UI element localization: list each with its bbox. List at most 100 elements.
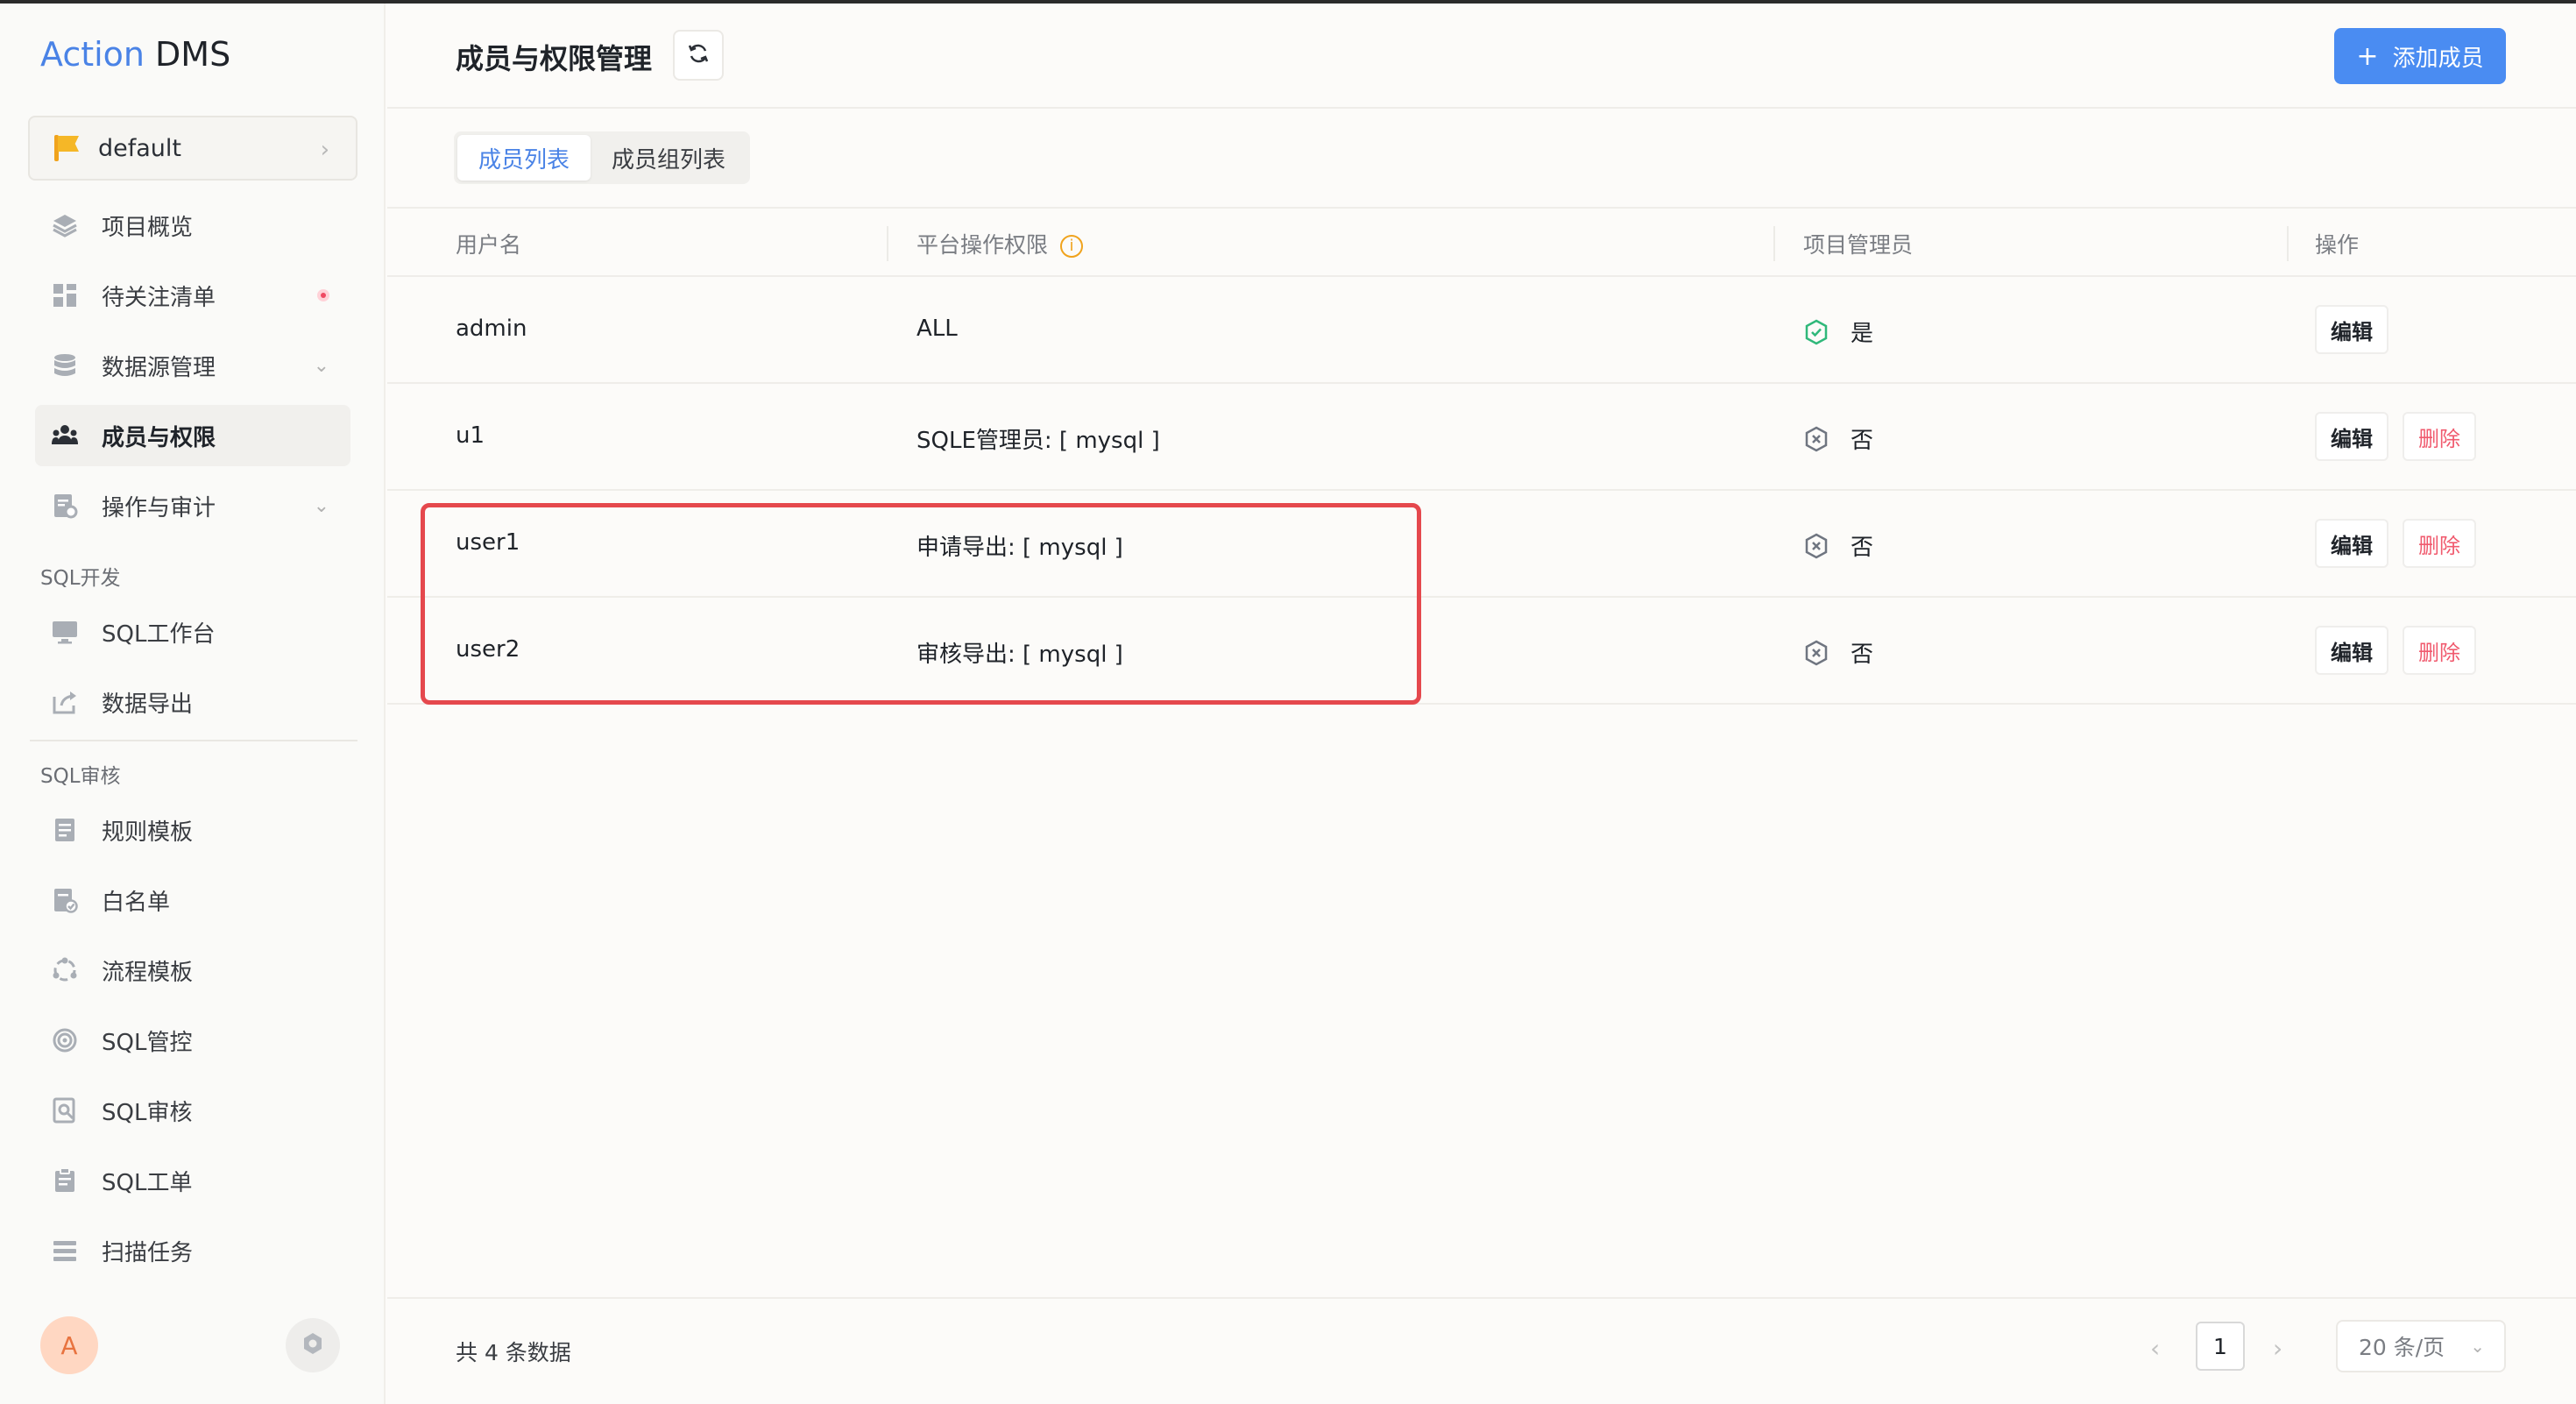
cell-username: admin (456, 316, 527, 342)
sidebar-item-label: 操作与审计 (102, 494, 216, 521)
section-title-sql-dev: SQL开发 (40, 567, 121, 590)
sidebar-item-rule-template[interactable]: 规则模板 (35, 799, 350, 861)
close-shield-icon (1803, 426, 1829, 452)
add-member-button[interactable]: + 添加成员 (2334, 28, 2506, 84)
sidebar-item-audit[interactable]: 操作与审计 ⌄ (35, 475, 350, 536)
sidebar-item-workflow-template[interactable]: 流程模板 (35, 940, 350, 1001)
logo-name: DMS (155, 35, 231, 74)
sidebar-item-members[interactable]: 成员与权限 (35, 405, 350, 466)
edit-button[interactable]: 编辑 (2315, 519, 2388, 568)
sidebar-item-label: 数据源管理 (102, 354, 216, 381)
logo-brand: Action (40, 35, 145, 74)
tab-member-group-list[interactable]: 成员组列表 (591, 135, 747, 181)
edit-button[interactable]: 编辑 (2315, 305, 2388, 354)
sidebar-item-label: 规则模板 (102, 819, 194, 846)
admin-value: 否 (1851, 535, 1874, 561)
whitelist-icon (51, 886, 79, 914)
delete-button[interactable]: 删除 (2403, 412, 2476, 461)
page-size-select[interactable]: 20 条/页 ⌄ (2336, 1320, 2506, 1372)
column-separator (887, 226, 888, 261)
database-icon (51, 351, 79, 379)
sidebar-item-watchlist[interactable]: 待关注清单 (35, 265, 350, 326)
table-footer: 共 4 条数据 ‹ 1 › 20 条/页 ⌄ (387, 1297, 2576, 1404)
delete-button[interactable]: 删除 (2403, 626, 2476, 675)
sql-audit-icon (51, 1096, 79, 1124)
sidebar-item-sql-audit[interactable]: SQL审核 (35, 1080, 350, 1141)
sql-control-icon (51, 1026, 79, 1054)
notification-dot (317, 289, 329, 301)
sidebar-divider (30, 740, 357, 741)
project-name: default (98, 134, 182, 162)
close-shield-icon (1803, 533, 1829, 559)
table-row: admin ALL 是 编辑 (387, 277, 2576, 384)
column-separator (1773, 226, 1775, 261)
sidebar-item-scan-task[interactable]: 扫描任务 (35, 1220, 350, 1281)
column-header-username: 用户名 (456, 232, 522, 258)
close-shield-icon (1803, 640, 1829, 666)
edit-button[interactable]: 编辑 (2315, 412, 2388, 461)
settings-button[interactable] (286, 1318, 340, 1372)
project-selector[interactable]: default › (28, 116, 357, 181)
add-member-label: 添加成员 (2392, 45, 2484, 72)
app-logo[interactable]: Action DMS (40, 35, 230, 74)
info-icon[interactable]: i (1060, 235, 1084, 258)
sidebar-item-label: 扫描任务 (102, 1239, 194, 1266)
sidebar-item-label: 项目概览 (102, 214, 194, 241)
table-row: u1 SQLE管理员: [ mysql ] 否 编辑 删除 (387, 384, 2576, 491)
column-header-admin: 项目管理员 (1803, 232, 1914, 258)
flag-icon (54, 135, 79, 161)
chevron-left-icon[interactable]: ‹ (2150, 1334, 2160, 1363)
sidebar-item-label: 待关注清单 (102, 284, 216, 311)
sidebar-item-sql-control[interactable]: SQL管控 (35, 1010, 350, 1071)
monitor-icon (51, 618, 79, 646)
chevron-down-icon: ⌄ (313, 354, 329, 377)
section-title-sql-audit: SQL审核 (40, 765, 121, 788)
gear-icon (300, 1330, 326, 1360)
tab-member-list[interactable]: 成员列表 (457, 135, 591, 181)
cell-admin: 否 (1803, 636, 1873, 669)
cell-username: u1 (456, 422, 485, 449)
sidebar-item-label: 数据导出 (102, 691, 194, 718)
sidebar-item-label: SQL管控 (102, 1029, 193, 1056)
edit-button[interactable]: 编辑 (2315, 626, 2388, 675)
tab-group: 成员列表 成员组列表 (454, 131, 751, 184)
page-button[interactable]: 1 (2196, 1322, 2245, 1371)
workflow-template-icon (51, 956, 79, 984)
sidebar-item-sql-workbench[interactable]: SQL工作台 (35, 601, 350, 663)
page-title: 成员与权限管理 (456, 42, 653, 75)
check-shield-icon (1803, 319, 1829, 345)
column-header-permission: 平台操作权限 i (916, 228, 1084, 259)
admin-value: 是 (1851, 321, 1874, 347)
chevron-right-icon: › (320, 137, 329, 163)
sidebar-item-label: 白名单 (102, 889, 171, 916)
cell-admin: 否 (1803, 529, 1873, 562)
highlight-box (421, 503, 1421, 705)
cell-admin: 是 (1803, 316, 1873, 348)
chevron-down-icon: ⌄ (313, 494, 329, 517)
cell-admin: 否 (1803, 422, 1873, 455)
refresh-icon (686, 41, 711, 69)
sidebar-item-sql-ticket[interactable]: SQL工单 (35, 1150, 350, 1211)
column-header-permission-label: 平台操作权限 (916, 232, 1049, 258)
sidebar-item-label: 流程模板 (102, 959, 194, 986)
sidebar: Action DMS default › 项目概览 待关注清单 数据源管理 ⌄ 成… (0, 4, 386, 1404)
column-header-actions: 操作 (2315, 232, 2360, 258)
sidebar-item-datasource[interactable]: 数据源管理 ⌄ (35, 335, 350, 396)
sidebar-item-data-export[interactable]: 数据导出 (35, 671, 350, 733)
page-size-label: 20 条/页 (2359, 1335, 2445, 1360)
scan-task-icon (51, 1237, 79, 1265)
user-avatar[interactable]: A (40, 1316, 98, 1374)
sql-ticket-icon (51, 1166, 79, 1195)
sidebar-item-label: SQL工作台 (102, 620, 216, 648)
admin-value: 否 (1851, 642, 1874, 668)
sidebar-item-label: 成员与权限 (102, 424, 216, 451)
sidebar-item-label: SQL工单 (102, 1169, 193, 1196)
chevron-right-icon[interactable]: › (2273, 1334, 2282, 1363)
cell-permission: SQLE管理员: [ mysql ] (916, 428, 1160, 454)
delete-button[interactable]: 删除 (2403, 519, 2476, 568)
audit-icon (51, 492, 79, 520)
dashboard-icon (51, 281, 79, 309)
sidebar-item-overview[interactable]: 项目概览 (35, 195, 350, 256)
sidebar-item-whitelist[interactable]: 白名单 (35, 869, 350, 931)
refresh-button[interactable] (673, 30, 724, 81)
